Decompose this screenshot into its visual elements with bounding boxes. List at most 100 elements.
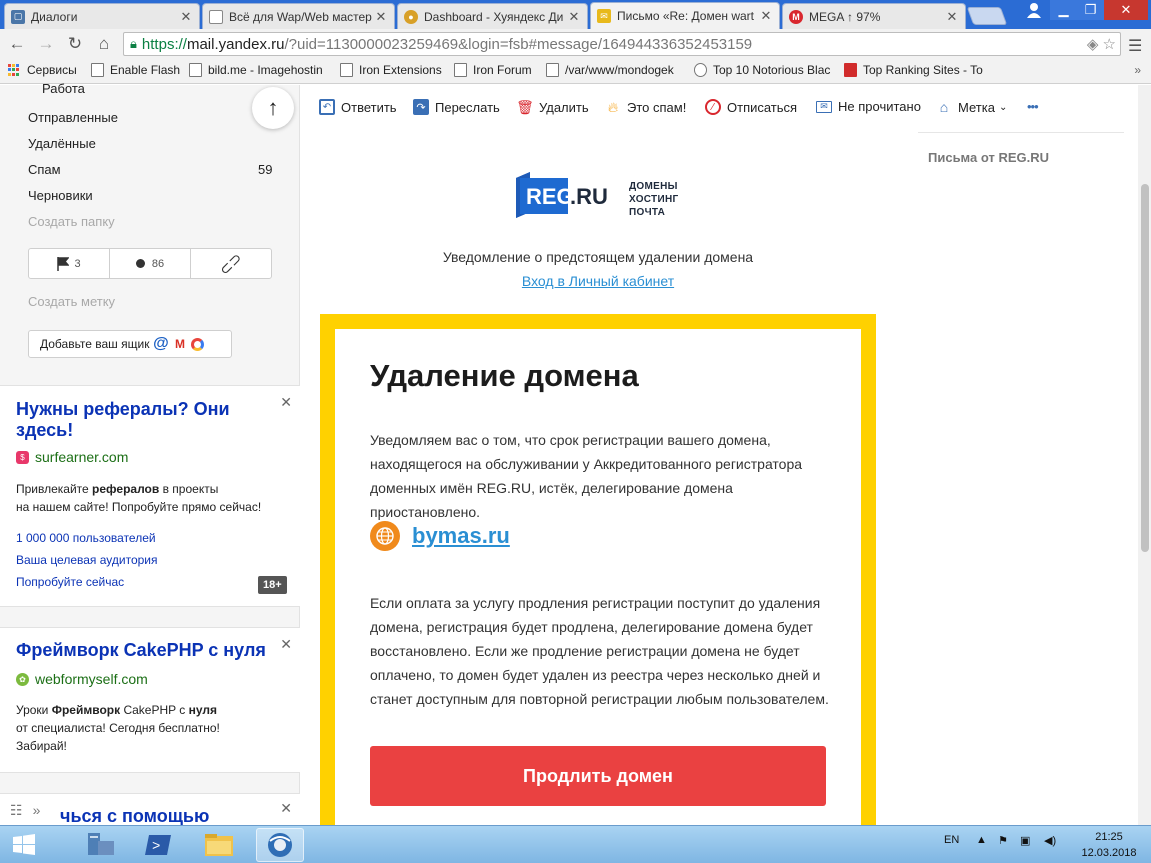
lock-icon: 🔒︎ bbox=[130, 36, 137, 51]
volume-tray-icon[interactable]: ◀) bbox=[1044, 834, 1056, 847]
folder-work[interactable]: Работа bbox=[42, 81, 85, 96]
folder-count: 59 bbox=[258, 162, 273, 177]
tab-title: MEGA ↑ 97% bbox=[809, 9, 881, 24]
tab-dashboard[interactable]: ● Dashboard - Хуяндекс Ди ✕ bbox=[397, 3, 588, 29]
ad-link[interactable]: 1 000 000 пользователей bbox=[16, 527, 158, 549]
bookmark-enable-flash[interactable]: Enable Flash bbox=[91, 63, 180, 77]
system-clock[interactable]: 21:25 12.03.2018 bbox=[1074, 829, 1144, 861]
folder-deleted[interactable]: Удалённые bbox=[28, 136, 278, 151]
tab-mail-message[interactable]: ✉ Письмо «Re: Домен wart ✕ bbox=[590, 2, 780, 29]
iron-browser-icon[interactable] bbox=[256, 828, 304, 862]
home-icon[interactable]: ⌂ bbox=[93, 34, 115, 54]
globe-icon bbox=[370, 521, 400, 551]
new-tab-button[interactable] bbox=[966, 7, 1008, 25]
unread-filter[interactable]: 86 bbox=[110, 249, 191, 278]
close-icon[interactable]: ✕ bbox=[759, 8, 773, 24]
ad-text-part: Привлекайте bbox=[16, 482, 93, 496]
user-icon[interactable] bbox=[1022, 0, 1046, 20]
page-icon bbox=[189, 63, 202, 77]
add-mailbox-button[interactable]: Добавьте ваш ящик @ M bbox=[28, 330, 232, 358]
close-icon[interactable]: ✕ bbox=[179, 9, 193, 25]
cabinet-link[interactable]: Вход в Личный кабинет bbox=[300, 273, 896, 289]
bookmark-iron-forum[interactable]: Iron Forum bbox=[454, 63, 532, 77]
tagline-line: ХОСТИНГ bbox=[629, 194, 679, 205]
reload-icon[interactable]: ↻ bbox=[64, 34, 86, 54]
regru-tagline: ДОМЕНЫ ХОСТИНГ ПОЧТА bbox=[629, 180, 678, 219]
bookmark-var-www[interactable]: /var/www/mondogek bbox=[546, 63, 686, 77]
bookmark-star-icon[interactable]: ◈ ☆ bbox=[1087, 35, 1116, 53]
folder-sent[interactable]: Отправленные bbox=[28, 110, 278, 125]
server-manager-icon[interactable] bbox=[76, 828, 124, 862]
back-icon[interactable]: ← bbox=[6, 34, 28, 54]
message-toolbar: ↶ Ответить ↷ Переслать 🗑︎ Удалить 🔥︎ Это… bbox=[300, 85, 1138, 133]
show-hidden-icons[interactable]: ▲ bbox=[976, 834, 987, 846]
minimize-icon[interactable]: ▁ bbox=[1050, 0, 1077, 20]
reply-button[interactable]: ↶ Ответить bbox=[319, 99, 397, 115]
forward-button[interactable]: ↷ Переслать bbox=[413, 99, 500, 115]
close-icon[interactable]: ✕ bbox=[280, 394, 292, 411]
flagged-filter[interactable]: 3 bbox=[29, 249, 110, 278]
folder-spam[interactable]: Спам 59 bbox=[28, 162, 278, 177]
ad-domain[interactable]: $ surfearner.com bbox=[16, 449, 128, 465]
bookmark-iron-extensions[interactable]: Iron Extensions bbox=[340, 63, 442, 77]
tab-mega[interactable]: M MEGA ↑ 97% ✕ bbox=[782, 3, 966, 29]
bookmarks-overflow-icon[interactable]: » bbox=[1134, 63, 1141, 77]
clock-time: 21:25 bbox=[1095, 831, 1123, 843]
tab-title: Диалоги bbox=[31, 9, 78, 24]
file-explorer-icon[interactable] bbox=[195, 828, 243, 862]
label-dropdown[interactable]: ⌂ Метка ⌄ bbox=[936, 99, 1008, 115]
ad-title[interactable]: чься с помощью bbox=[60, 806, 209, 827]
tab-title: Письмо «Re: Домен wart bbox=[617, 9, 755, 23]
tab-dialogs[interactable]: ▢ Диалоги ✕ bbox=[4, 3, 200, 29]
forward-icon[interactable]: → bbox=[35, 34, 57, 54]
ad-block-referrals[interactable]: ✕ Нужны рефералы? Они здесь! $ surfearne… bbox=[0, 385, 300, 607]
bookmark-services[interactable]: Сервисы bbox=[8, 63, 77, 77]
close-icon[interactable]: ✕ bbox=[280, 800, 292, 817]
folder-drafts[interactable]: Черновики bbox=[28, 188, 278, 203]
powershell-icon[interactable]: > bbox=[134, 828, 182, 862]
bookmark-bild-me[interactable]: bild.me - Imagehostin bbox=[189, 63, 323, 77]
close-icon[interactable]: ✕ bbox=[374, 9, 388, 25]
restore-icon[interactable]: ❐ bbox=[1077, 0, 1104, 20]
menu-icon[interactable]: ☰ bbox=[1128, 36, 1142, 56]
start-button[interactable] bbox=[0, 828, 48, 862]
settings-sliders-icon[interactable]: ☷ bbox=[10, 802, 23, 819]
bookmark-top-ranking[interactable]: Top Ranking Sites - To bbox=[844, 63, 984, 77]
flag-tray-icon[interactable]: ⚑ bbox=[998, 834, 1008, 847]
spam-button[interactable]: 🔥︎ Это спам! bbox=[605, 99, 686, 115]
close-icon[interactable]: ✕ bbox=[945, 9, 959, 25]
domain-link[interactable]: bymas.ru bbox=[412, 523, 510, 549]
ad-title[interactable]: Фреймворк CakePHP с нуля bbox=[16, 640, 286, 661]
ad-text: Уроки Фреймворк CakePHP с нуля от специа… bbox=[16, 701, 296, 755]
mark-unread-button[interactable]: ✉ Не прочитано bbox=[816, 99, 921, 114]
tagline-line: ПОЧТА bbox=[629, 207, 666, 218]
unread-label: Не прочитано bbox=[838, 99, 921, 114]
window-close-icon[interactable]: ✕ bbox=[1104, 0, 1148, 20]
url-path: /?uid=1130000023259469&login=fsb#message… bbox=[284, 35, 753, 53]
ad-link[interactable]: Ваша целевая аудитория bbox=[16, 549, 158, 571]
renew-domain-button[interactable]: Продлить домен bbox=[370, 746, 826, 806]
attachments-filter[interactable]: ⊂⊃ bbox=[191, 249, 271, 279]
ad-link[interactable]: Попробуйте сейчас bbox=[16, 571, 158, 593]
collapse-icon[interactable]: » bbox=[33, 802, 41, 818]
delete-button[interactable]: 🗑︎ Удалить bbox=[516, 99, 589, 115]
create-folder-link[interactable]: Создать папку bbox=[28, 214, 115, 229]
more-actions-button[interactable]: ••• bbox=[1027, 99, 1039, 114]
ad-title[interactable]: Нужны рефералы? Они здесь! bbox=[16, 399, 241, 441]
address-bar[interactable]: 🔒︎ https:// mail.yandex.ru /?uid=1130000… bbox=[123, 32, 1121, 56]
bookmark-top10[interactable]: Top 10 Notorious Blac bbox=[694, 63, 834, 77]
ad-domain[interactable]: ✿ webformyself.com bbox=[16, 671, 148, 687]
create-label-link[interactable]: Создать метку bbox=[28, 294, 115, 309]
language-indicator[interactable]: EN bbox=[944, 834, 959, 846]
unsubscribe-button[interactable]: ⁄ Отписаться bbox=[705, 99, 797, 115]
sidebar-bottom-controls: ☷ » bbox=[0, 795, 60, 825]
sender-letters-link[interactable]: Письма от REG.RU bbox=[928, 150, 1049, 165]
bookmarks-bar: Сервисы Enable Flash bild.me - Imagehost… bbox=[0, 59, 1151, 84]
close-icon[interactable]: ✕ bbox=[567, 9, 581, 25]
tab-wap-web[interactable]: Всё для Wap/Web мастер ✕ bbox=[202, 3, 395, 29]
folder-label: Отправленные bbox=[28, 110, 118, 125]
ad-block-cakephp[interactable]: ✕ Фреймворк CakePHP с нуля ✿ webformysel… bbox=[0, 627, 300, 773]
envelope-icon: ✉ bbox=[597, 9, 611, 23]
network-tray-icon[interactable]: ▣ bbox=[1020, 834, 1030, 847]
scrollbar-thumb[interactable] bbox=[1141, 184, 1149, 552]
